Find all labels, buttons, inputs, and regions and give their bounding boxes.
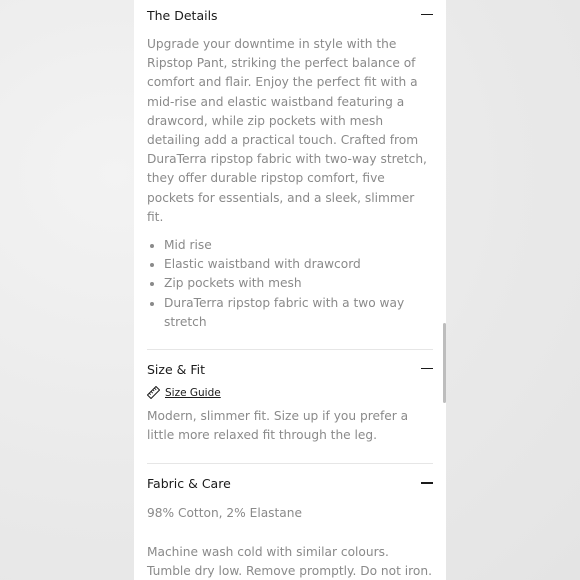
details-title: The Details (147, 7, 218, 23)
size-guide-link[interactable]: Size Guide (147, 386, 433, 400)
minus-icon[interactable] (421, 363, 433, 375)
list-item: Zip pockets with mesh (164, 274, 433, 293)
size-fit-header[interactable]: Size & Fit (147, 354, 433, 384)
minus-icon[interactable] (421, 9, 433, 21)
details-description: Upgrade your downtime in style with the … (147, 37, 427, 224)
care-instructions: Machine wash cold with similar colours. … (147, 544, 432, 578)
details-bullet-list: Mid rise Elastic waistband with drawcord… (147, 236, 433, 332)
product-details-panel: The Details Upgrade your downtime in sty… (134, 0, 446, 580)
page-backdrop: The Details Upgrade your downtime in sty… (0, 0, 580, 580)
scrollbar-thumb[interactable] (443, 323, 446, 403)
fabric-composition: 98% Cotton, 2% Elastane (147, 506, 302, 521)
minus-icon[interactable] (421, 477, 433, 489)
size-fit-title: Size & Fit (147, 361, 206, 377)
list-item: DuraTerra ripstop fabric with a two way … (164, 294, 433, 332)
fabric-care-header[interactable]: Fabric & Care (147, 468, 433, 498)
ruler-icon (147, 386, 160, 400)
accordion: The Details Upgrade your downtime in sty… (147, 0, 433, 580)
fabric-care-title: Fabric & Care (147, 475, 231, 491)
list-item: Elastic waistband with drawcord (164, 255, 433, 274)
size-guide-label[interactable]: Size Guide (165, 387, 221, 399)
list-item: Mid rise (164, 236, 433, 255)
details-header[interactable]: The Details (147, 0, 433, 30)
size-fit-description: Modern, slimmer fit. Size up if you pref… (147, 409, 409, 443)
